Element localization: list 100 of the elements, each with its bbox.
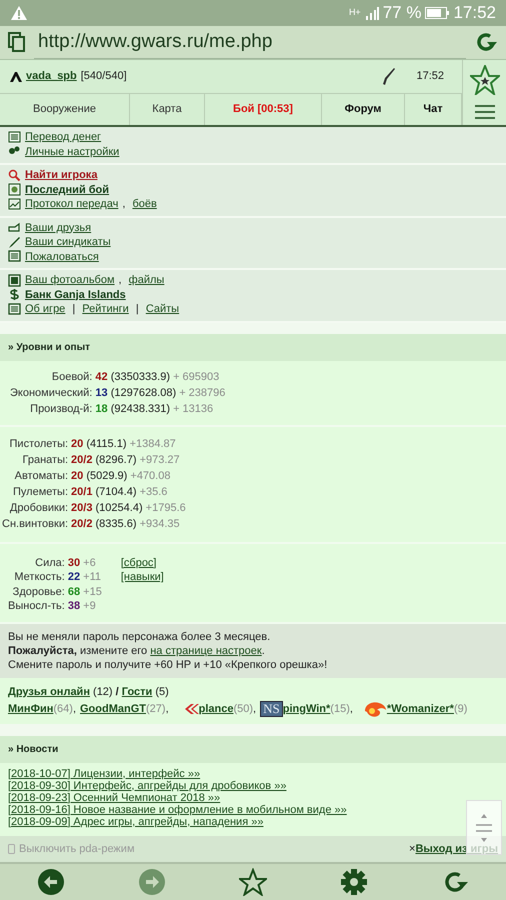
separator: | (71, 302, 76, 316)
menu-link[interactable]: файлы (128, 273, 164, 288)
time-text: 17:52 (416, 69, 444, 84)
friend-link[interactable]: *Womanizer* (386, 700, 454, 718)
separator: , (122, 197, 126, 212)
friend-link[interactable]: pingWin* (282, 700, 330, 718)
menu-link[interactable]: Найти игрока (25, 168, 98, 182)
menu-link[interactable]: Протокол передач (25, 197, 118, 212)
friend-link[interactable]: МинФин (8, 700, 54, 718)
level-text: (50) (233, 702, 254, 717)
stat-link[interactable]: [навыки] (120, 571, 164, 584)
experience-value: (10254.4) (96, 502, 143, 514)
experience-value: (92438.331) (110, 402, 170, 415)
guests-link[interactable]: Гости (122, 686, 152, 698)
menu-link[interactable]: Ваш фотоальбом (25, 273, 115, 288)
news-link[interactable]: [2018-09-30] Интерфейс, апгрейды для дробовиков »» (8, 780, 286, 792)
pipette-icon (8, 236, 21, 249)
level-value: 18 (95, 402, 108, 415)
level-text: (15) (330, 702, 350, 717)
list-icon (8, 130, 21, 144)
friend-link[interactable]: plance (198, 700, 234, 718)
rifle-icon (382, 68, 396, 86)
hp-text: [540/540] (80, 69, 127, 84)
signal-icon (364, 6, 379, 20)
menu-link[interactable]: боёв (132, 197, 157, 212)
gain-value: +11 (83, 571, 101, 584)
menu-link[interactable]: Ваши друзья (25, 220, 92, 235)
menu-link[interactable]: Сайты (146, 302, 180, 316)
experience-value: (3350333.9) (110, 370, 170, 383)
gain-value: +1795.6 (146, 502, 186, 514)
stat-label: Выносл-ть: (8, 600, 65, 614)
menu-link[interactable]: Банк Ganja Islands (25, 288, 126, 302)
gain-value: +470.08 (130, 470, 170, 482)
phone-icon (8, 844, 15, 854)
nav-tab[interactable]: Бой [00:53] (205, 94, 322, 125)
gain-value: + 695903 (173, 370, 220, 383)
experience-value: (5029.9) (86, 470, 128, 482)
stat-label: Боевой: (50, 370, 92, 385)
section-title: » Новости (0, 736, 506, 763)
level-value: 38 (68, 600, 80, 612)
news-link[interactable]: [2018-09-16] Новое название и оформление в мобильном виде »» (8, 804, 347, 816)
level-value: 30 (68, 556, 80, 569)
battery-text: 77 % (382, 2, 422, 24)
menu-link[interactable]: Ваши синдикаты (25, 235, 111, 250)
scroll-handle[interactable] (466, 800, 502, 855)
gain-value: +6 (83, 556, 96, 569)
user-link[interactable]: vada_spb (26, 68, 77, 85)
stat-link[interactable]: [сброс] (120, 556, 156, 569)
menu-link[interactable]: Перевод денег (25, 130, 102, 144)
notice-text: Вы не меняли пароль персонажа более 3 месяцев. (8, 630, 272, 644)
separator: , (253, 702, 256, 717)
document-icon (8, 302, 21, 316)
gain-value: +973.27 (140, 454, 180, 466)
level-text: (27) (146, 702, 166, 717)
settings-icon[interactable] (340, 868, 368, 896)
experience-value: (7104.4) (96, 486, 136, 498)
notice-text: Пожалуйста, измените его на странице настроек. (8, 644, 266, 658)
nav-tab[interactable]: Карта (130, 94, 205, 125)
network-text: H+ (348, 6, 361, 19)
friends-link[interactable]: Друзья онлайн (8, 686, 90, 698)
clan-badge: NS (260, 701, 283, 718)
friend-link[interactable]: GoodManGT (80, 700, 146, 718)
separator: , (166, 702, 169, 717)
nav-tab[interactable]: Чат (405, 94, 462, 125)
experience-value: (4115.1) (86, 438, 126, 450)
level-value: 20/2 (71, 518, 92, 530)
back-icon[interactable] (36, 868, 65, 896)
level-value: 20 (71, 470, 84, 482)
star-icon[interactable] (470, 64, 500, 95)
menu-link[interactable]: Личные настройки (25, 144, 120, 159)
tabs-icon[interactable] (8, 32, 26, 52)
stat-label: Экономический: (10, 386, 92, 401)
level-value: 20/2 (71, 454, 92, 466)
menu-icon[interactable] (474, 104, 496, 120)
settings-link[interactable]: на странице настроек (150, 644, 262, 657)
document-icon (8, 250, 21, 264)
star-icon[interactable] (238, 868, 267, 896)
stat-label: Пистолеты: (8, 436, 68, 452)
nav-tab[interactable]: Форум (322, 94, 405, 125)
chart-icon (8, 198, 21, 211)
experience-value: (8296.7) (96, 454, 136, 466)
level-value: 13 (95, 386, 108, 399)
nav-tab[interactable]: Вооружение (0, 94, 130, 125)
gain-value: +35.6 (140, 486, 168, 498)
stat-label: Здоровье: (12, 586, 65, 600)
level-value: 22 (68, 571, 80, 584)
menu-link[interactable]: Рейтинги (82, 302, 129, 316)
clock-text: 17:52 (453, 2, 496, 24)
news-link[interactable]: [2018-09-09] Адрес игры, апгрейды, нападения »» (8, 816, 264, 828)
menu-link[interactable]: Об игре (25, 302, 66, 316)
chevrons-icon (182, 704, 199, 714)
separator: , (118, 273, 123, 288)
frame-icon (8, 183, 21, 196)
menu-link[interactable]: Пожаловаться (25, 250, 99, 264)
gain-value: +934.35 (140, 518, 180, 530)
news-link[interactable]: [2018-10-07] Лицензии, интерфейс »» (8, 768, 200, 780)
news-link[interactable]: [2018-09-23] Осенний Чемпионат 2018 »» (8, 792, 220, 804)
stat-label: Дробовики: (8, 500, 68, 516)
battery-icon (425, 6, 450, 19)
menu-link[interactable]: Последний бой (25, 182, 110, 197)
